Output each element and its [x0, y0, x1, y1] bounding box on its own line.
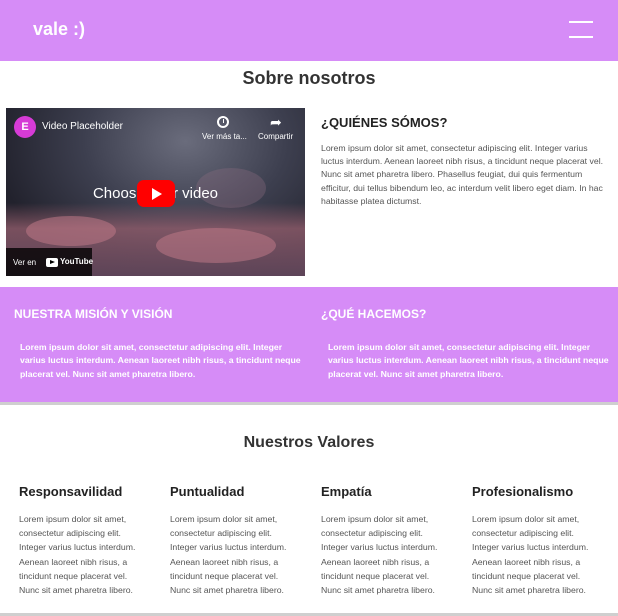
- video-cloud: [156, 228, 276, 263]
- clock-icon[interactable]: [217, 116, 229, 128]
- youtube-icon: [46, 258, 58, 267]
- share-label[interactable]: Compartir: [258, 132, 293, 141]
- value-text: Lorem ipsum dolor sit amet, consectetur …: [19, 514, 136, 596]
- value-title: Profesionalismo: [472, 484, 574, 499]
- value-title: Responsavilidad: [19, 484, 123, 499]
- watch-later-label[interactable]: Ver más ta...: [202, 132, 247, 141]
- share-arrow-icon[interactable]: ➦: [270, 114, 282, 131]
- what-heading: ¿QUÉ HACEMOS?: [321, 307, 427, 321]
- value-text: Lorem ipsum dolor sit amet, consectetur …: [472, 514, 589, 596]
- values-title: Nuestros Valores: [243, 434, 375, 451]
- value-text: Lorem ipsum dolor sit amet, consectetur …: [321, 514, 438, 596]
- what-paragraph: Lorem ipsum dolor sit amet, consectetur …: [328, 342, 609, 379]
- page-title: Sobre nosotros: [242, 68, 376, 88]
- value-text: Lorem ipsum dolor sit amet, consectetur …: [170, 514, 287, 596]
- mission-heading: NUESTRA MISIÓN Y VISIÓN: [14, 307, 173, 321]
- youtube-wordmark: YouTube: [60, 257, 94, 266]
- video-player[interactable]: E Video Placeholder Ver más ta... ➦ Comp…: [6, 108, 305, 276]
- mission-paragraph: Lorem ipsum dolor sit amet, consectetur …: [20, 342, 301, 379]
- video-cloud: [26, 216, 116, 246]
- channel-logo-icon[interactable]: E: [14, 116, 36, 138]
- watch-on-label: Ver en: [13, 258, 37, 267]
- watch-on-youtube-button[interactable]: Ver en YouTube: [6, 248, 94, 276]
- value-title: Puntualidad: [170, 484, 245, 499]
- mission-band: NUESTRA MISIÓN Y VISIÓN Lorem ipsum dolo…: [0, 287, 618, 405]
- site-header: vale :): [0, 0, 618, 61]
- hamburger-menu-icon[interactable]: [569, 21, 593, 38]
- video-title[interactable]: Video Placeholder: [42, 121, 123, 132]
- who-heading: ¿QUIÉNES SÓMOS?: [321, 115, 448, 130]
- value-title: Empatía: [321, 484, 372, 499]
- play-icon[interactable]: [137, 180, 175, 207]
- site-logo[interactable]: vale :): [33, 19, 85, 40]
- who-paragraph: Lorem ipsum dolor sit amet, consectetur …: [321, 143, 604, 206]
